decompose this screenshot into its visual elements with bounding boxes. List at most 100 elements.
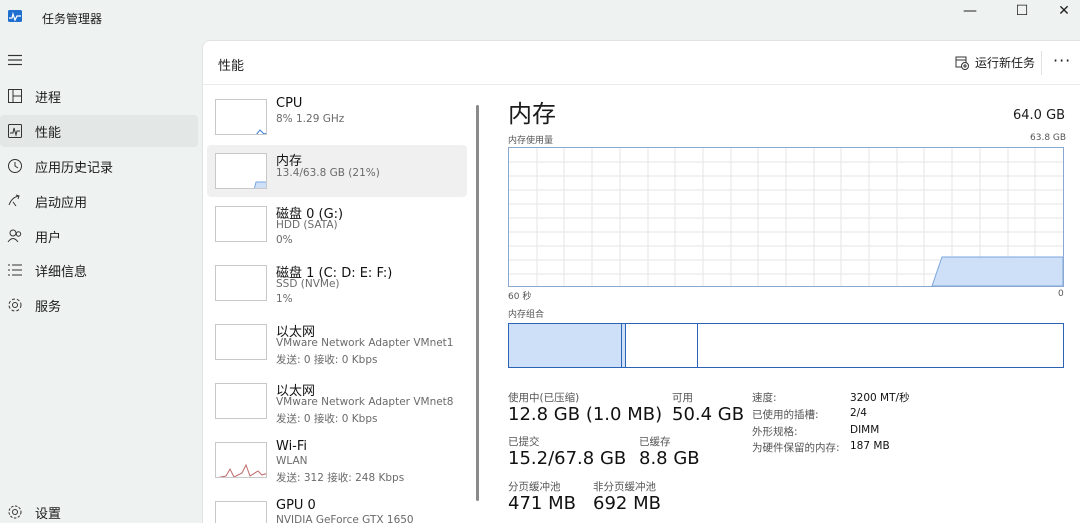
disk-1-thumbnail	[215, 265, 267, 301]
perf-item-detail: HDD (SATA)	[276, 219, 338, 231]
sidebar-item-processes[interactable]: 进程	[0, 80, 198, 112]
memory-composition-bar	[508, 323, 1064, 368]
perf-item-name: CPU	[276, 96, 303, 111]
spec-speed-value: 3200 MT/秒	[850, 392, 910, 404]
cpu-thumbnail	[215, 99, 267, 135]
hamburger-menu-icon[interactable]	[8, 54, 22, 66]
sidebar-item-label: 用户	[35, 231, 62, 246]
sidebar-item-performance[interactable]: 性能	[0, 115, 198, 147]
spec-reserved-value: 187 MB	[850, 440, 890, 452]
spec-speed-key: 速度:	[752, 392, 777, 404]
perf-item-detail: VMware Network Adapter VMnet8	[276, 396, 454, 408]
sidebar-item-label: 进程	[35, 91, 62, 106]
perf-item-ethernet-vmnet1[interactable]: 以太网 VMware Network Adapter VMnet1 发送: 0 …	[207, 316, 467, 368]
users-icon	[7, 229, 22, 243]
minimize-button[interactable]: —	[948, 0, 992, 22]
cached-value: 8.8 GB	[639, 448, 700, 469]
usage-graph-max: 63.8 GB	[1030, 133, 1067, 143]
nonpaged-pool-label: 非分页缓冲池	[593, 481, 656, 493]
perf-item-wifi[interactable]: Wi-Fi WLAN 发送: 312 接收: 248 Kbps	[207, 434, 467, 486]
title-bar: 任务管理器 — ☐ ✕	[0, 0, 1080, 40]
gear-icon	[8, 505, 22, 519]
in-use-value: 12.8 GB (1.0 MB)	[508, 404, 663, 425]
sidebar-item-label: 服务	[35, 300, 62, 315]
perf-item-name: GPU 0	[276, 498, 316, 513]
header-divider	[1041, 51, 1042, 75]
perf-item-detail-2: 发送: 0 接收: 0 Kbps	[276, 413, 378, 425]
sidebar-item-startup[interactable]: 启动应用	[0, 185, 198, 217]
task-manager-icon	[8, 10, 22, 22]
performance-icon	[8, 124, 22, 138]
maximize-button[interactable]: ☐	[1000, 0, 1044, 22]
more-options-button[interactable]: ···	[1053, 51, 1071, 70]
spec-form-factor-key: 外形规格:	[752, 426, 798, 438]
graph-axis-left: 60 秒	[508, 292, 532, 302]
committed-label: 已提交	[508, 436, 540, 448]
main-panel: 性能 运行新任务 ··· CPU 8% 1.29 GHz 内存 13.4/63.…	[202, 40, 1080, 523]
app-history-icon	[8, 159, 22, 173]
composition-in-use	[509, 324, 622, 367]
list-scrollbar[interactable]	[476, 105, 479, 501]
sidebar-item-app-history[interactable]: 应用历史记录	[0, 150, 198, 182]
perf-item-detail: NVIDIA GeForce GTX 1650	[276, 514, 414, 523]
composition-standby	[626, 324, 698, 367]
cached-label: 已缓存	[639, 436, 671, 448]
perf-item-gpu-0[interactable]: GPU 0 NVIDIA GeForce GTX 1650	[207, 493, 467, 523]
spec-slots-key: 已使用的插槽:	[752, 409, 819, 421]
memory-usage-area	[931, 256, 1063, 286]
in-use-label: 使用中(已压缩)	[508, 392, 580, 404]
wifi-thumbnail	[215, 442, 267, 478]
run-task-icon	[955, 56, 969, 70]
perf-item-detail-2: 发送: 312 接收: 248 Kbps	[276, 472, 405, 484]
paged-pool-value: 471 MB	[508, 493, 576, 514]
paged-pool-label: 分页缓冲池	[508, 481, 561, 493]
committed-value: 15.2/67.8 GB	[508, 448, 627, 469]
ethernet-thumbnail	[215, 383, 267, 419]
perf-item-cpu[interactable]: CPU 8% 1.29 GHz	[207, 91, 467, 143]
spec-slots-value: 2/4	[850, 407, 867, 419]
perf-item-detail: VMware Network Adapter VMnet1	[276, 337, 454, 349]
available-value: 50.4 GB	[672, 404, 745, 425]
sidebar-item-users[interactable]: 用户	[0, 220, 198, 252]
graph-axis-right: 0	[1058, 289, 1064, 299]
perf-item-name: Wi-Fi	[276, 439, 308, 454]
perf-item-detail-2: 发送: 0 接收: 0 Kbps	[276, 354, 378, 366]
run-new-task-button[interactable]: 运行新任务	[955, 54, 1035, 71]
startup-icon	[8, 194, 20, 207]
sidebar-item-label: 启动应用	[35, 196, 88, 211]
window-title: 任务管理器	[42, 12, 103, 26]
details-icon	[8, 264, 22, 276]
total-memory: 64.0 GB	[1013, 108, 1066, 123]
perf-item-disk-0[interactable]: 磁盘 0 (G:) HDD (SATA) 0%	[207, 198, 467, 250]
perf-item-detail-2: 1%	[276, 293, 293, 305]
sidebar-item-label: 性能	[35, 126, 62, 141]
sidebar: 进程 性能 应用历史记录 启动应用 用户 详细信息 服务 设置	[0, 40, 202, 523]
perf-item-detail-2: 0%	[276, 234, 293, 246]
page-header: 性能 运行新任务 ···	[203, 41, 1080, 85]
memory-usage-graph	[508, 147, 1064, 287]
perf-item-detail: 13.4/63.8 GB (21%)	[276, 167, 380, 179]
sidebar-item-label: 详细信息	[35, 265, 88, 280]
memory-thumbnail	[215, 153, 267, 189]
sidebar-item-details[interactable]: 详细信息	[0, 254, 198, 286]
usage-graph-label: 内存使用量	[508, 136, 554, 146]
detail-title: 内存	[508, 100, 556, 128]
sidebar-item-services[interactable]: 服务	[0, 289, 198, 321]
perf-item-disk-1[interactable]: 磁盘 1 (C: D: E: F:) SSD (NVMe) 1%	[207, 257, 467, 309]
memory-usage-graph-svg	[509, 148, 1063, 286]
available-label: 可用	[672, 392, 693, 404]
sidebar-item-label: 设置	[35, 507, 62, 522]
perf-item-detail: SSD (NVMe)	[276, 278, 340, 290]
spec-reserved-key: 为硬件保留的内存:	[752, 442, 840, 454]
perf-item-memory[interactable]: 内存 13.4/63.8 GB (21%)	[207, 145, 467, 197]
spec-form-factor-value: DIMM	[850, 424, 880, 436]
perf-item-ethernet-vmnet8[interactable]: 以太网 VMware Network Adapter VMnet8 发送: 0 …	[207, 375, 467, 427]
sidebar-item-settings[interactable]: 设置	[0, 496, 198, 523]
performance-list: CPU 8% 1.29 GHz 内存 13.4/63.8 GB (21%) 磁盘…	[203, 85, 475, 523]
close-button[interactable]: ✕	[1042, 0, 1080, 22]
ethernet-thumbnail	[215, 324, 267, 360]
services-icon	[8, 298, 22, 312]
perf-item-detail: WLAN	[276, 455, 308, 467]
nonpaged-pool-value: 692 MB	[593, 493, 661, 514]
sidebar-item-label: 应用历史记录	[35, 161, 114, 176]
